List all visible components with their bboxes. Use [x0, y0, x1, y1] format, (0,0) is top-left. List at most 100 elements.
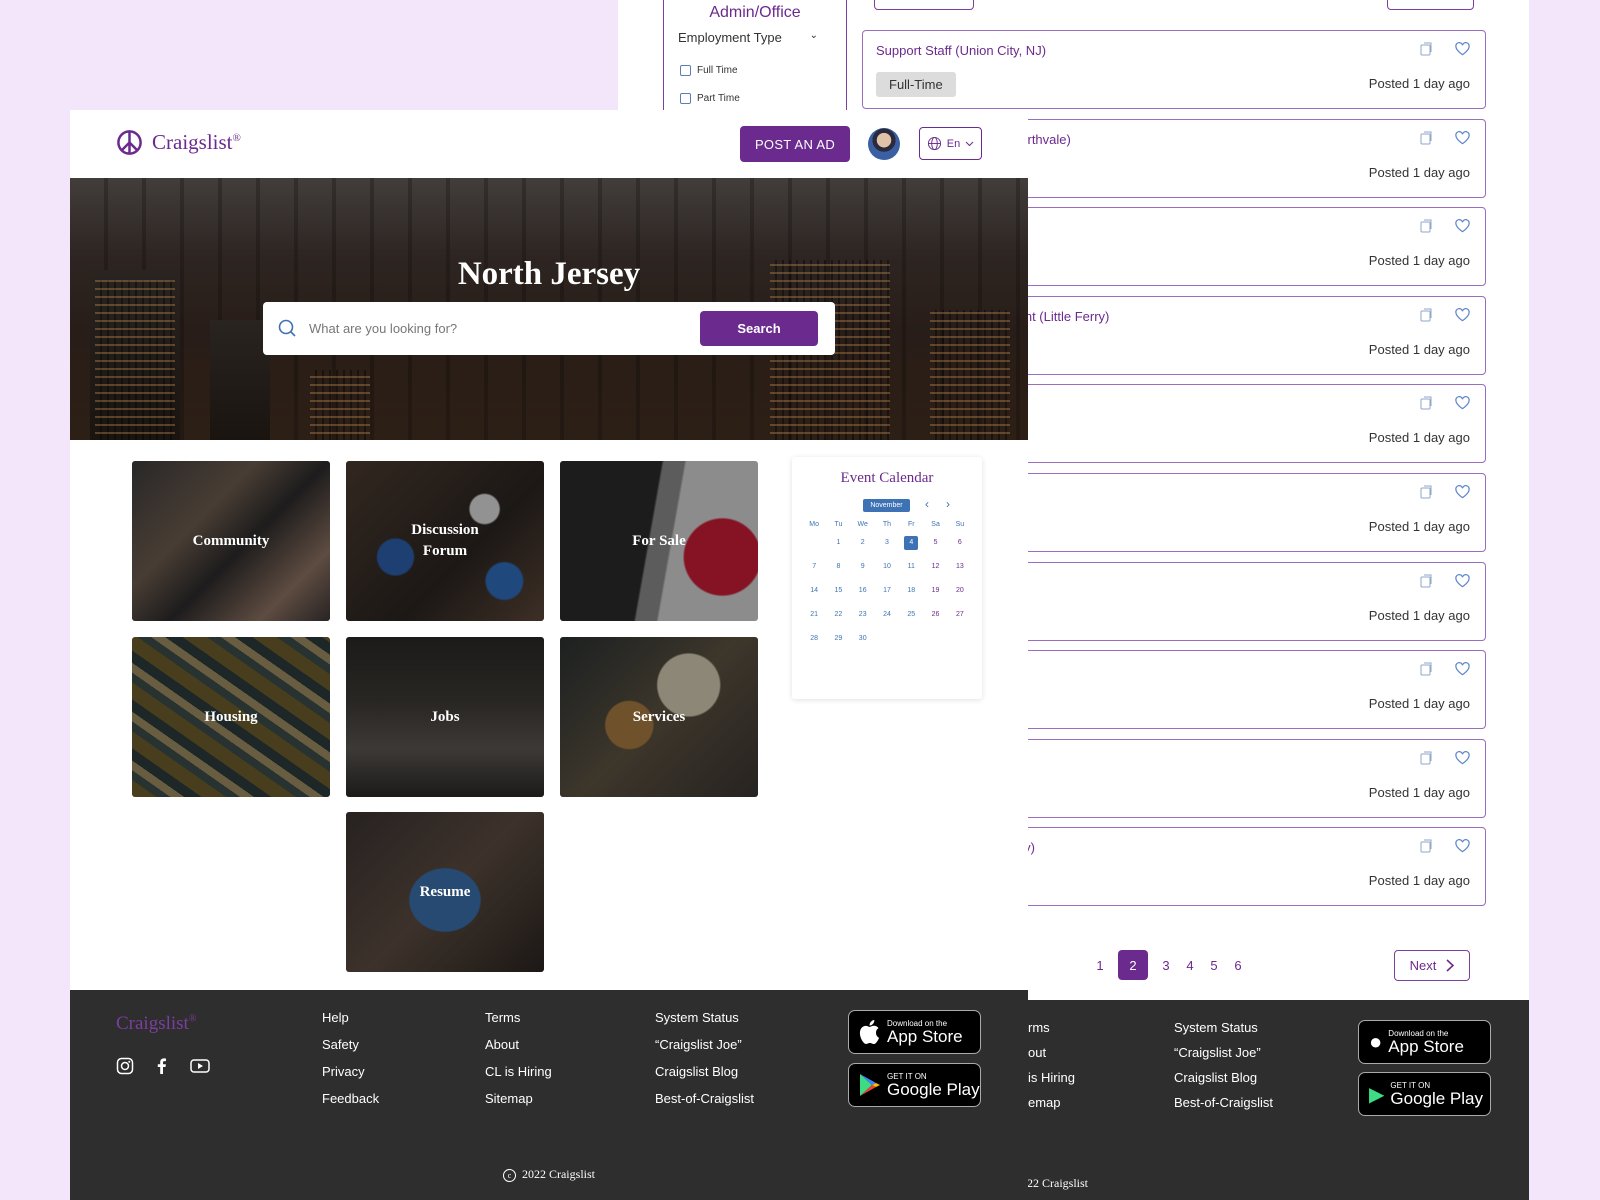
logo[interactable]: Craigslist®	[116, 129, 241, 156]
avatar[interactable]	[868, 128, 900, 160]
share-icon[interactable]	[1419, 219, 1433, 233]
calendar-day[interactable]: 30	[851, 626, 875, 650]
google-play-badge[interactable]: GET IT ON Google Play	[848, 1063, 981, 1107]
footer-link-cl-hiring[interactable]: CL is Hiring	[485, 1064, 552, 1079]
footer-link[interactable]: emap	[1028, 1095, 1075, 1110]
calendar-day[interactable]: 27	[948, 602, 972, 626]
footer-link-safety[interactable]: Safety	[322, 1037, 379, 1052]
heart-icon[interactable]	[1455, 130, 1470, 145]
heart-icon[interactable]	[1455, 573, 1470, 588]
calendar-day[interactable]: 21	[802, 602, 826, 626]
heart-icon[interactable]	[1455, 396, 1470, 410]
youtube-icon[interactable]	[190, 1057, 210, 1075]
calendar-day[interactable]: 28	[802, 626, 826, 650]
footer-link-blog[interactable]: Craigslist Blog	[655, 1064, 754, 1079]
heart-icon[interactable]	[1455, 662, 1470, 676]
share-icon[interactable]	[1419, 751, 1433, 765]
search-input[interactable]	[309, 312, 689, 344]
chevron-right-icon[interactable]: ›	[941, 497, 955, 511]
footer-link-privacy[interactable]: Privacy	[322, 1064, 379, 1079]
footer-link-about[interactable]: About	[485, 1037, 552, 1052]
share-icon[interactable]	[1419, 839, 1433, 853]
page-4[interactable]: 4	[1178, 950, 1202, 980]
share-icon[interactable]	[1419, 131, 1433, 145]
heart-icon[interactable]	[1455, 307, 1470, 322]
checkbox[interactable]	[680, 93, 691, 104]
calendar-day[interactable]: 13	[948, 555, 972, 579]
calendar-day[interactable]: 24	[875, 602, 899, 626]
search-button[interactable]: Search	[700, 311, 818, 346]
share-icon[interactable]	[1419, 42, 1433, 56]
footer-link-best-of[interactable]: Best-of-Craigslist	[655, 1091, 754, 1106]
employment-type-select[interactable]: Employment Type ⌄	[678, 30, 818, 45]
calendar-day[interactable]: 3	[875, 531, 899, 555]
page-5[interactable]: 5	[1202, 950, 1226, 980]
app-store-badge[interactable]: ● Download on the App Store	[1358, 1020, 1491, 1064]
calendar-day[interactable]: 19	[923, 579, 947, 603]
calendar-day[interactable]: 14	[802, 579, 826, 603]
next-page-button[interactable]: Next	[1394, 950, 1470, 981]
calendar-day[interactable]: 29	[826, 626, 850, 650]
footer-link[interactable]: Craigslist Blog	[1174, 1070, 1273, 1085]
footer-link-terms[interactable]: Terms	[485, 1010, 552, 1025]
footer-link-system-status[interactable]: System Status	[655, 1010, 754, 1025]
calendar-day-today[interactable]: 4	[899, 531, 923, 555]
heart-icon[interactable]	[1455, 485, 1470, 499]
google-play-badge[interactable]: ▶ GET IT ON Google Play	[1358, 1072, 1491, 1116]
category-discussion-forum[interactable]: Discussion Forum	[346, 461, 544, 621]
calendar-day[interactable]: 10	[875, 555, 899, 579]
calendar-day[interactable]: 2	[851, 531, 875, 555]
calendar-day[interactable]: 16	[851, 579, 875, 603]
calendar-day[interactable]: 11	[899, 555, 923, 579]
filter-option-part-time[interactable]: Part Time	[680, 93, 740, 104]
calendar-day[interactable]: 12	[923, 555, 947, 579]
filter-option-full-time[interactable]: Full Time	[680, 65, 738, 76]
chevron-left-icon[interactable]: ‹	[920, 497, 934, 511]
calendar-day[interactable]: 9	[851, 555, 875, 579]
category-housing[interactable]: Housing	[132, 637, 330, 797]
heart-icon[interactable]	[1455, 219, 1470, 233]
share-icon[interactable]	[1419, 574, 1433, 588]
page-6[interactable]: 6	[1226, 950, 1250, 980]
footer-link-feedback[interactable]: Feedback	[322, 1091, 379, 1106]
category-services[interactable]: Services	[560, 637, 758, 797]
category-resume[interactable]: Resume	[346, 812, 544, 972]
calendar-day[interactable]: 8	[826, 555, 850, 579]
footer-link-sitemap[interactable]: Sitemap	[485, 1091, 552, 1106]
share-icon[interactable]	[1419, 662, 1433, 676]
app-store-badge[interactable]: Download on the App Store	[848, 1010, 981, 1054]
calendar-day[interactable]: 15	[826, 579, 850, 603]
job-title[interactable]: Support Staff (Union City, NJ)	[876, 43, 1046, 58]
category-community[interactable]: Community	[132, 461, 330, 621]
share-icon[interactable]	[1419, 308, 1433, 322]
calendar-day[interactable]: 26	[923, 602, 947, 626]
share-icon[interactable]	[1419, 485, 1433, 499]
post-ad-button[interactable]: POST AN AD	[740, 126, 850, 162]
heart-icon[interactable]	[1455, 750, 1470, 765]
calendar-day[interactable]: 6	[948, 531, 972, 555]
checkbox[interactable]	[680, 65, 691, 76]
footer-link[interactable]: “Craigslist Joe”	[1174, 1045, 1273, 1060]
footer-link[interactable]: out	[1028, 1045, 1075, 1060]
calendar-month[interactable]: November	[863, 499, 910, 512]
category-for-sale[interactable]: For Sale	[560, 461, 758, 621]
page-2[interactable]: 2	[1118, 950, 1148, 980]
page-1[interactable]: 1	[1088, 950, 1112, 980]
footer-link[interactable]: rms	[1028, 1020, 1075, 1035]
page-3[interactable]: 3	[1154, 950, 1178, 980]
calendar-day[interactable]: 20	[948, 579, 972, 603]
footer-logo[interactable]: Craigslist®	[116, 1013, 196, 1035]
category-jobs[interactable]: Jobs	[346, 637, 544, 797]
footer-link[interactable]: Best-of-Craigslist	[1174, 1095, 1273, 1110]
facebook-icon[interactable]	[153, 1057, 171, 1075]
language-select[interactable]: En	[919, 127, 982, 160]
footer-link[interactable]: is Hiring	[1028, 1070, 1075, 1085]
job-card[interactable]: Support Staff (Union City, NJ) Full-Time P…	[862, 30, 1486, 109]
calendar-day[interactable]: 18	[899, 579, 923, 603]
calendar-day[interactable]: 1	[826, 531, 850, 555]
footer-link-help[interactable]: Help	[322, 1010, 379, 1025]
calendar-day[interactable]: 23	[851, 602, 875, 626]
instagram-icon[interactable]	[116, 1057, 134, 1075]
calendar-day[interactable]: 22	[826, 602, 850, 626]
footer-link[interactable]: System Status	[1174, 1020, 1273, 1035]
